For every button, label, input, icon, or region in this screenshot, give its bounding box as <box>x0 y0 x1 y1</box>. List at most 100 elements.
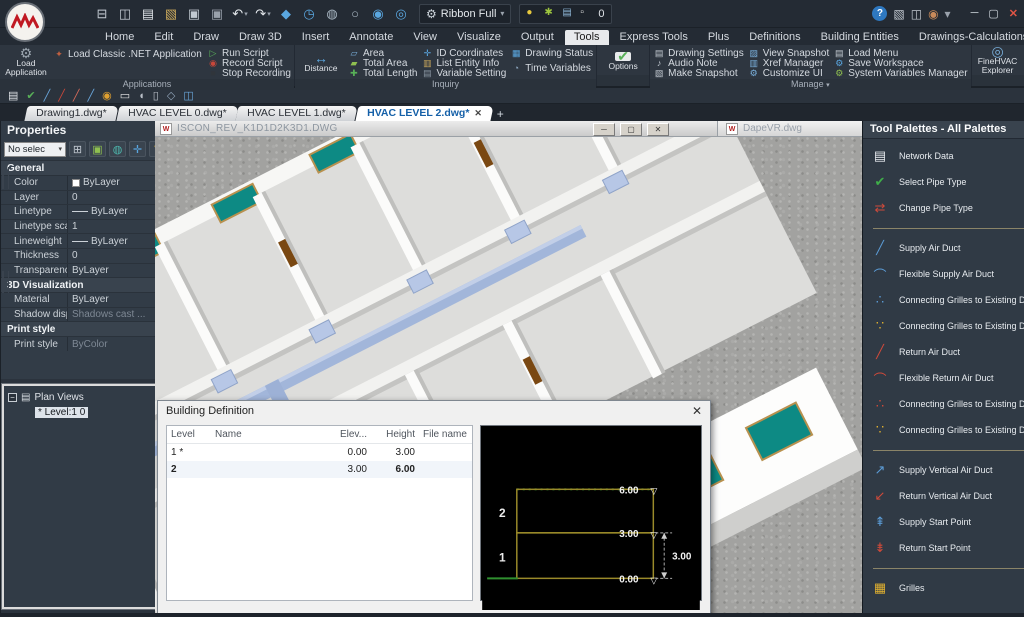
collapse-icon[interactable]: − <box>8 393 17 402</box>
manage-button[interactable]: ▥Xref Manager <box>748 58 830 68</box>
restore-button[interactable]: ▢ <box>988 7 998 20</box>
inquiry-button[interactable]: ▥List Entity Info <box>421 58 506 68</box>
manage-button[interactable]: ♪Audio Note <box>653 58 744 68</box>
transfer-icon[interactable]: ◫ <box>911 7 922 21</box>
finehvac-explorer-button[interactable]: ◎ FineHVAC Explorer <box>975 47 1021 75</box>
tree-item-level[interactable]: * Level:1 0 <box>35 405 159 419</box>
document-tab[interactable]: Drawing1.dwg* <box>24 106 118 121</box>
inquiry-button[interactable]: ▱Area <box>348 48 418 58</box>
pickadd-icon[interactable]: ✛ <box>129 141 146 157</box>
property-row[interactable]: Shadow display Shadows cast ... <box>1 307 169 322</box>
palette-item[interactable] <box>867 561 1024 575</box>
inquiry-button[interactable]: ✚Total Length <box>348 68 418 78</box>
ribbon-tab[interactable]: Insert <box>293 30 339 45</box>
print-icon[interactable]: ⊟ <box>92 4 112 24</box>
script-button[interactable]: ▷ Run Script <box>207 48 291 58</box>
sheet-edit-icon[interactable]: ▤ <box>8 89 18 102</box>
drawing-viewport[interactable]: W ISCON_REV_K1D1D2K3D1.DWG ─ ▢ ✕ W DapeV… <box>155 121 862 613</box>
close-tab-icon[interactable]: ✕ <box>474 108 482 118</box>
document-tab[interactable]: HVAC LEVEL 0.dwg* <box>116 106 238 121</box>
ribbon-tab[interactable]: Draw 3D <box>230 30 291 45</box>
return-start-point[interactable]: ⇟ Return Start Point <box>867 535 1024 561</box>
property-row[interactable]: Transparency ByLayer <box>1 263 169 278</box>
manage-button[interactable]: ▤Drawing Settings <box>653 48 744 58</box>
ribbon-tab[interactable]: Tools <box>565 30 609 45</box>
manage-button[interactable]: ⚙System Variables Manager <box>833 68 967 78</box>
tree-root-plan-views[interactable]: − ▤ Plan Views <box>8 390 159 404</box>
table-row[interactable]: 2 3.00 6.00 <box>167 461 472 478</box>
ribbon-tab[interactable]: Edit <box>145 30 182 45</box>
distance-button[interactable]: ↔ Distance <box>298 47 344 79</box>
selection-dropdown[interactable]: No selec ▾ <box>4 142 66 157</box>
node-icon[interactable]: ◉ <box>102 89 112 102</box>
inquiry-button[interactable]: ✛ID Coordinates <box>421 48 506 58</box>
floating-window-titlebar[interactable]: W DapeVR.dwg <box>717 121 862 137</box>
redo-icon[interactable]: ↷ <box>253 4 273 24</box>
return-vertical-air-duct[interactable]: ↙ Return Vertical Air Duct <box>867 483 1024 509</box>
flexible-supply-air-duct[interactable]: ⌒ Flexible Supply Air Duct <box>867 261 1024 287</box>
group-label-manage[interactable]: Manage ▾ <box>650 79 970 90</box>
minimize-button[interactable]: ─ <box>971 7 979 20</box>
property-row[interactable]: Thickness 0 <box>1 248 169 263</box>
new-tab-button[interactable]: + <box>497 107 504 121</box>
manage-button[interactable]: ⚙Save Workspace <box>833 58 967 68</box>
doc-blue-icon[interactable]: ◫ <box>183 89 193 102</box>
restore-button[interactable]: ▢ <box>620 123 642 136</box>
property-row[interactable]: Layer 0 <box>1 190 169 205</box>
palette-item[interactable] <box>867 443 1024 457</box>
document-tab[interactable]: HVAC LEVEL 2.dwg*✕ <box>355 106 493 121</box>
connecting-grilles-return-alt[interactable]: ∵ Connecting Grilles to Existing Duct ..… <box>867 417 1024 443</box>
manage-button[interactable]: ▤Load Menu <box>833 48 967 58</box>
ribbon-tab[interactable]: Draw <box>184 30 228 45</box>
undo-icon[interactable]: ↶ <box>230 4 250 24</box>
section-header-general[interactable]: General ▴ <box>1 160 169 175</box>
property-row[interactable]: Color ByLayer <box>1 175 169 190</box>
document-tab[interactable]: HVAC LEVEL 1.dwg* <box>236 106 358 121</box>
point-icon[interactable]: ◆ <box>276 4 296 24</box>
polygon-icon[interactable]: ◇ <box>167 89 175 102</box>
workspace-switcher[interactable]: ⚙ Ribbon Full ▾ <box>419 4 511 24</box>
open-folder-icon[interactable]: ▧ <box>161 4 181 24</box>
cylinder-icon[interactable]: ▯ <box>153 89 159 102</box>
clock-icon[interactable]: ◷ <box>299 4 319 24</box>
layers-icon[interactable]: ▤ <box>562 7 576 21</box>
property-row[interactable]: Lineweight ByLayer <box>1 233 169 248</box>
ribbon-tab[interactable]: Output <box>512 30 563 45</box>
change-pipe-type[interactable]: ⇄ Change Pipe Type <box>867 195 1024 221</box>
grilles[interactable]: ▦ Grilles <box>867 575 1024 601</box>
load-classic-net-button[interactable]: ✦ Load Classic .NET Application <box>53 49 203 59</box>
inquiry-button[interactable]: ▰Total Area <box>348 58 418 68</box>
section-header-3d[interactable]: 3D Visualization ▴ <box>1 277 169 292</box>
property-row[interactable]: Material ByLayer <box>1 292 169 307</box>
tree-filter-icon[interactable]: ⊞ <box>69 141 86 157</box>
help-icon[interactable]: ? <box>872 6 887 21</box>
ribbon-tab[interactable]: Definitions <box>740 30 809 45</box>
palette-item[interactable] <box>867 221 1024 235</box>
save-icon[interactable]: ▣ <box>184 4 204 24</box>
save-as-icon[interactable]: ▣ <box>207 4 227 24</box>
select-pipe-type[interactable]: ✔ Select Pipe Type <box>867 169 1024 195</box>
qat-overflow-icon[interactable]: ▾ <box>945 7 951 21</box>
globe-icon[interactable]: ◉ <box>368 4 388 24</box>
dialog-titlebar[interactable]: Building Definition ✕ <box>158 401 710 421</box>
supply-line-icon[interactable]: ╱ <box>44 89 51 102</box>
circle-icon[interactable]: ○ <box>345 4 365 24</box>
current-layer-icon[interactable]: ▫ <box>580 7 594 21</box>
manage-button[interactable]: ▨View Snapshot <box>748 48 830 58</box>
ribbon-tab[interactable]: Home <box>96 30 143 45</box>
material-icon[interactable]: ◍ <box>109 141 126 157</box>
section-header-printstyle[interactable]: Print style ▴ <box>1 321 169 336</box>
close-icon[interactable]: ✕ <box>692 404 702 418</box>
dashed-line-icon[interactable]: ╱ <box>88 89 95 102</box>
ribbon-tab[interactable]: Plus <box>699 30 738 45</box>
export-icon[interactable]: ▣ <box>89 141 106 157</box>
ribbon-tab[interactable]: Building Entities <box>812 30 908 45</box>
audio-icon[interactable]: ◖ <box>138 90 145 102</box>
supply-start-point[interactable]: ⇞ Supply Start Point <box>867 509 1024 535</box>
property-row[interactable]: Linetype scale 1 <box>1 219 169 234</box>
connecting-grilles-supply[interactable]: ∴ Connecting Grilles to Existing Duct <box>867 287 1024 313</box>
supply-air-duct[interactable]: ╱ Supply Air Duct <box>867 235 1024 261</box>
table-row[interactable]: 1 * 0.00 3.00 <box>167 444 472 461</box>
close-button[interactable]: ✕ <box>647 123 669 136</box>
new-file-icon[interactable]: ▤ <box>138 4 158 24</box>
